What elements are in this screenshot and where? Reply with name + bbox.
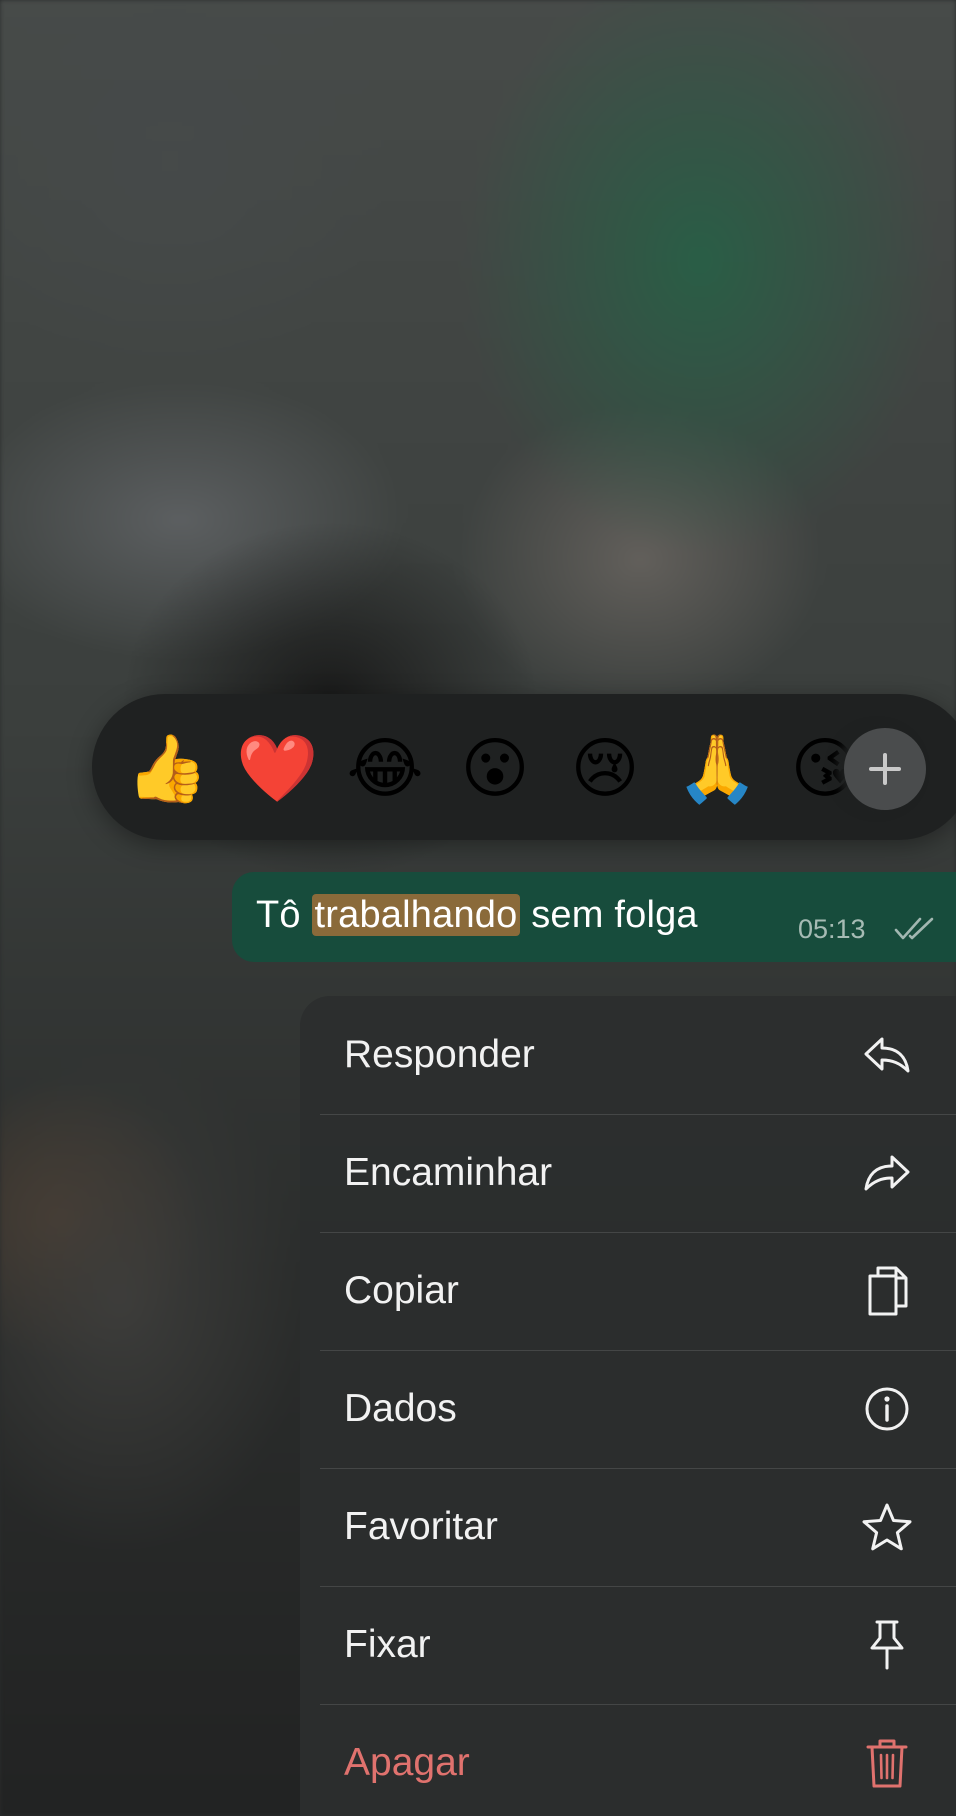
red-heart-emoji[interactable]: ❤️: [236, 730, 318, 808]
message-time: 05:13: [798, 914, 866, 944]
thumbs-up-emoji[interactable]: 👍: [126, 730, 208, 808]
menu-item-label: Copiar: [344, 1269, 459, 1312]
joy-emoji[interactable]: 😂: [346, 730, 424, 808]
menu-item-label: Apagar: [344, 1741, 470, 1784]
screen: 👍 ❤️ 😂 😮 😢 🙏 😘 Tô trabalhando sem folga …: [0, 0, 956, 1816]
trash-icon: [860, 1736, 914, 1790]
star-icon: [860, 1500, 914, 1554]
menu-item-label: Responder: [344, 1033, 535, 1076]
plus-icon: [869, 753, 901, 785]
message-text-after: sem folga: [520, 894, 698, 936]
menu-item-responder[interactable]: Responder: [300, 996, 956, 1114]
message-highlighted-word: trabalhando: [311, 894, 521, 936]
message-text: Tô trabalhando sem folga: [256, 890, 698, 940]
menu-item-favoritar[interactable]: Favoritar: [300, 1468, 956, 1586]
reaction-bar: 👍 ❤️ 😂 😮 😢 🙏 😘: [92, 694, 956, 840]
menu-item-label: Dados: [344, 1387, 457, 1430]
pin-icon: [860, 1618, 914, 1672]
reply-icon: [860, 1028, 914, 1082]
menu-item-fixar[interactable]: Fixar: [300, 1586, 956, 1704]
menu-item-label: Encaminhar: [344, 1151, 553, 1194]
menu-item-apagar[interactable]: Apagar: [300, 1704, 956, 1816]
double-check-icon: [894, 917, 934, 940]
forward-icon: [860, 1146, 914, 1200]
crying-face-emoji[interactable]: 😢: [566, 730, 644, 808]
message-text-before: Tô: [256, 894, 312, 936]
folded-hands-emoji[interactable]: 🙏: [676, 730, 758, 808]
surprised-face-emoji[interactable]: 😮: [456, 730, 534, 808]
menu-item-copiar[interactable]: Copiar: [300, 1232, 956, 1350]
menu-item-label: Favoritar: [344, 1505, 498, 1548]
message-context-menu: Responder Encaminhar Copiar Dados Favori…: [300, 996, 956, 1816]
outgoing-message-bubble[interactable]: Tô trabalhando sem folga 05:13: [232, 872, 956, 962]
menu-item-encaminhar[interactable]: Encaminhar: [300, 1114, 956, 1232]
more-reactions-button[interactable]: [844, 728, 926, 810]
copy-icon: [860, 1264, 914, 1318]
menu-item-dados[interactable]: Dados: [300, 1350, 956, 1468]
menu-item-label: Fixar: [344, 1623, 431, 1666]
info-icon: [860, 1382, 914, 1436]
